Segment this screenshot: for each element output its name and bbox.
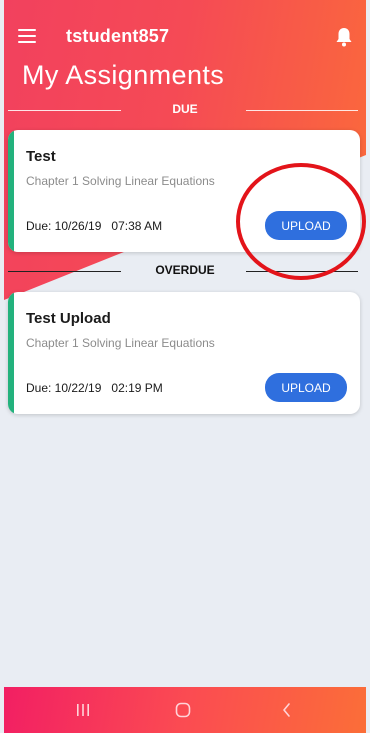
- back-icon[interactable]: [272, 697, 302, 723]
- recents-icon[interactable]: [68, 697, 98, 723]
- assignment-subtitle: Chapter 1 Solving Linear Equations: [26, 174, 215, 188]
- annotation-circle: [236, 163, 366, 280]
- upload-button[interactable]: UPLOAD: [265, 373, 347, 402]
- due-date: Due: 10/26/19: [26, 219, 102, 233]
- assignment-title: Test Upload: [26, 310, 111, 327]
- menu-icon[interactable]: [18, 29, 36, 43]
- section-label-due: DUE: [172, 102, 198, 116]
- card-accent: [8, 292, 14, 414]
- card-accent: [8, 130, 14, 252]
- top-bar: tstudent857: [4, 20, 366, 56]
- assignment-subtitle: Chapter 1 Solving Linear Equations: [26, 336, 215, 350]
- assignment-card[interactable]: Test Upload Chapter 1 Solving Linear Equ…: [8, 292, 360, 414]
- username: tstudent857: [66, 26, 170, 46]
- section-header-due: DUE: [4, 102, 366, 118]
- divider: [8, 110, 121, 111]
- due-time: 07:38 AM: [111, 219, 163, 233]
- home-icon[interactable]: [168, 697, 198, 723]
- section-label-overdue: OVERDUE: [155, 263, 215, 277]
- page-title: My Assignments: [22, 60, 225, 90]
- divider: [246, 110, 358, 111]
- app-screen: tstudent857 My Assignments DUE Test Chap…: [4, 0, 366, 733]
- assignment-due: Due: 10/22/19 02:19 PM: [26, 381, 163, 395]
- assignment-title: Test: [26, 148, 56, 165]
- bell-icon[interactable]: [334, 26, 354, 48]
- due-date: Due: 10/22/19: [26, 381, 102, 395]
- due-time: 02:19 PM: [111, 381, 163, 395]
- assignment-due: Due: 10/26/19 07:38 AM: [26, 219, 162, 233]
- system-nav-bar: [4, 687, 366, 733]
- divider: [8, 271, 121, 272]
